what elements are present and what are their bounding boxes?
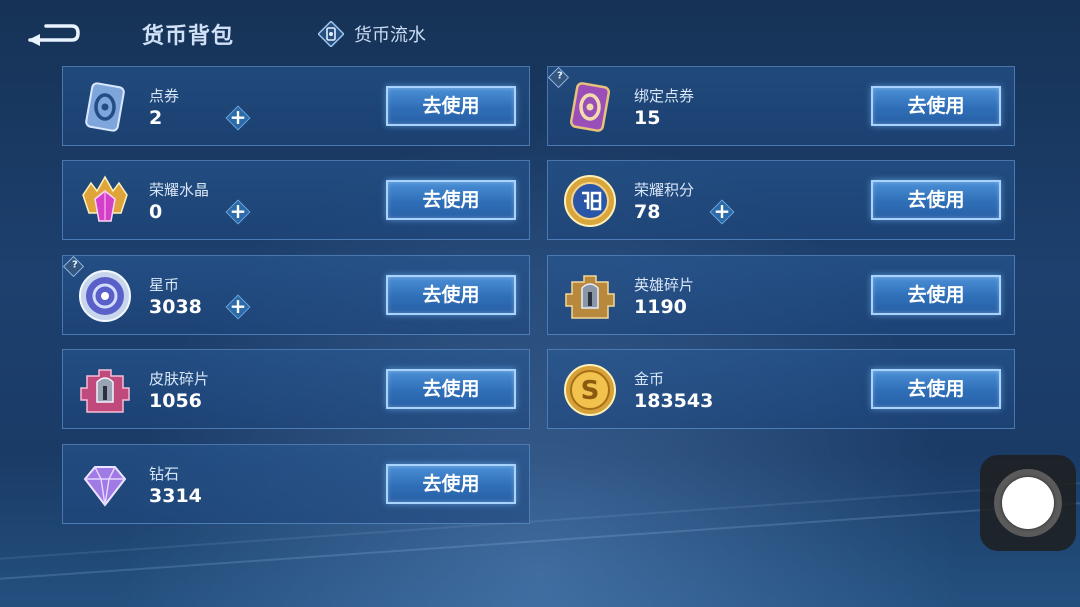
add-currency-button[interactable]: +	[227, 294, 249, 318]
currency-flow-link[interactable]: 货币流水	[318, 21, 426, 47]
currency-amount: 78	[634, 201, 661, 223]
add-currency-button[interactable]: +	[711, 199, 733, 223]
back-button[interactable]	[26, 18, 82, 48]
bound-ticket-icon	[569, 82, 611, 132]
use-button[interactable]: 去使用	[386, 464, 516, 504]
use-button[interactable]: 去使用	[386, 275, 516, 315]
star-coin-icon	[79, 270, 131, 322]
use-button[interactable]: 去使用	[386, 86, 516, 126]
currency-flow-label: 货币流水	[354, 25, 426, 46]
svg-text:S: S	[581, 376, 600, 406]
currency-flow-icon	[318, 21, 344, 47]
currency-name: 金币	[634, 370, 665, 388]
currency-amount: 0	[149, 201, 163, 223]
use-button[interactable]: 去使用	[386, 369, 516, 409]
currency-amount: 3314	[149, 485, 202, 507]
page-title: 货币背包	[142, 24, 235, 49]
assistive-touch-button[interactable]	[980, 455, 1076, 551]
currency-card-hero-fragment: 英雄碎片 1190 去使用	[547, 255, 1015, 335]
currency-amount: 15	[634, 107, 661, 129]
currency-amount: 2	[149, 107, 163, 129]
ticket-icon	[85, 82, 125, 132]
currency-amount: 3038	[149, 296, 202, 318]
assistive-touch-dot	[1002, 477, 1054, 529]
currency-card-diamond: 钻石 3314 去使用	[62, 444, 530, 524]
plus-icon: +	[229, 199, 247, 223]
currency-name: 星币	[149, 276, 180, 294]
plus-icon: +	[229, 294, 247, 318]
currency-name: 钻石	[149, 465, 180, 483]
currency-card-glory-crystal: 荣耀水晶 0 + 去使用	[62, 160, 530, 240]
hero-fragment-icon	[565, 275, 615, 319]
currency-card-ticket: 点券 2 + 去使用	[62, 66, 530, 146]
use-button[interactable]: 去使用	[386, 180, 516, 220]
currency-name: 点券	[149, 87, 180, 105]
back-arrow-icon	[28, 24, 80, 46]
plus-icon: +	[229, 105, 247, 129]
currency-card-skin-fragment: 皮肤碎片 1056 去使用	[62, 349, 530, 429]
currency-card-star-coin: ? 星币 3038 + 去使用	[62, 255, 530, 335]
use-button[interactable]: 去使用	[871, 369, 1001, 409]
glory-points-icon	[564, 175, 616, 227]
add-currency-button[interactable]: +	[227, 105, 249, 129]
use-button[interactable]: 去使用	[871, 180, 1001, 220]
currency-name: 绑定点券	[634, 87, 695, 105]
use-button[interactable]: 去使用	[871, 86, 1001, 126]
currency-name: 皮肤碎片	[149, 370, 210, 388]
use-button[interactable]: 去使用	[871, 275, 1001, 315]
gold-coin-icon: S	[564, 364, 616, 416]
currency-card-gold-coin: S 金币 183543 去使用	[547, 349, 1015, 429]
currency-name: 荣耀水晶	[149, 181, 210, 199]
currency-name: 荣耀积分	[634, 181, 695, 199]
currency-card-bound-ticket: ? 绑定点券 15 去使用	[547, 66, 1015, 146]
currency-card-glory-points: 荣耀积分 78 + 去使用	[547, 160, 1015, 240]
diamond-icon	[83, 466, 127, 507]
skin-fragment-icon	[80, 369, 130, 413]
glory-crystal-icon	[82, 175, 128, 222]
currency-amount: 1056	[149, 390, 202, 412]
currency-amount: 1190	[634, 296, 687, 318]
add-currency-button[interactable]: +	[227, 199, 249, 223]
currency-name: 英雄碎片	[634, 276, 695, 294]
plus-icon: +	[713, 199, 731, 223]
currency-amount: 183543	[634, 390, 714, 412]
